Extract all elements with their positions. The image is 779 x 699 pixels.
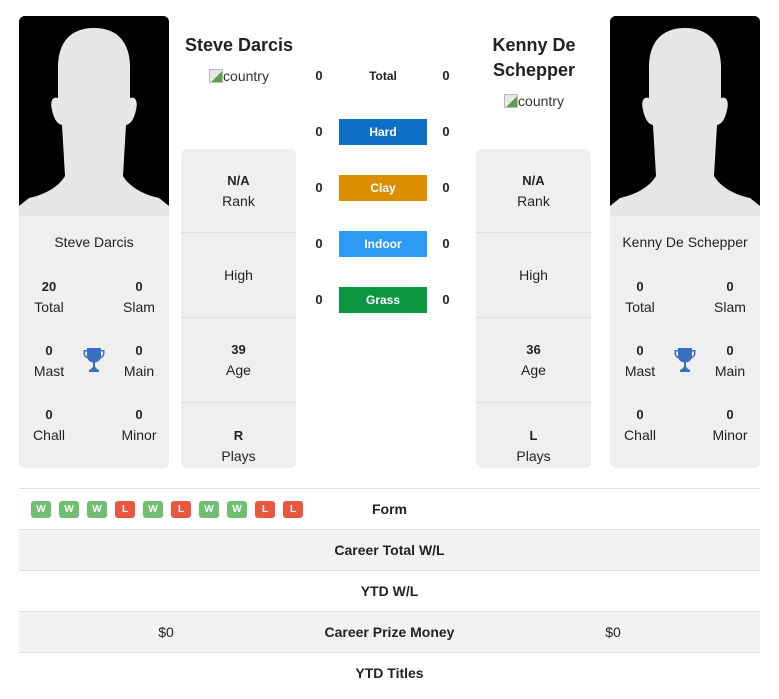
h2h-total-row: 0 Total 0 — [305, 63, 465, 89]
trophy-icon — [674, 348, 696, 372]
avatar-silhouette-icon — [610, 16, 760, 216]
form-loss-badge: L — [171, 501, 191, 518]
h2h-clay-row: 0 Clay 0 — [305, 175, 465, 201]
titles-minor: 0 Minor — [121, 407, 157, 443]
form-badges: WWWLWLWWLL — [31, 501, 303, 518]
rank-row: N/A Rank — [476, 149, 591, 233]
plays-row: R Plays — [221, 427, 256, 464]
form-win-badge: W — [59, 501, 79, 518]
age-row: 36 Age — [476, 318, 591, 403]
player1-country-flag: country — [174, 68, 304, 84]
h2h-hard-row: 0 Hard 0 — [305, 119, 465, 145]
table-row: YTD W/L — [19, 570, 760, 611]
high-row: High — [476, 233, 591, 318]
form-win-badge: W — [31, 501, 51, 518]
titles-slam: 0 Slam — [123, 279, 155, 315]
player2-photo — [610, 16, 760, 216]
titles-main: 0 Main — [123, 343, 155, 379]
form-win-badge: W — [227, 501, 247, 518]
titles-mast: 0 Mast — [624, 343, 656, 379]
plays-row: L Plays — [516, 427, 551, 464]
titles-total: 0 Total — [625, 279, 655, 315]
form-label: Form — [372, 501, 407, 517]
form-win-badge: W — [87, 501, 107, 518]
h2h-indoor-row: 0 Indoor 0 — [305, 231, 465, 257]
titles-chall: 0 Chall — [33, 407, 65, 443]
player1-name-link[interactable]: Steve Darcis — [174, 33, 304, 58]
comparison-table: WWWLWLWWLL Form Career Total W/L YTD W/L… — [19, 488, 760, 693]
trophy-icon — [83, 348, 105, 372]
player2-info-panel: N/A Rank High 36 Age L Plays — [476, 149, 591, 468]
surface-indoor-badge[interactable]: Indoor — [339, 231, 427, 257]
form-win-badge: W — [199, 501, 219, 518]
titles-minor: 0 Minor — [712, 407, 748, 443]
table-row: $0 Career Prize Money $0 — [19, 611, 760, 652]
form-win-badge: W — [143, 501, 163, 518]
player1-info-panel: N/A Rank High 39 Age R Plays — [181, 149, 296, 468]
form-loss-badge: L — [255, 501, 275, 518]
player2-country-flag: country — [469, 93, 599, 109]
player1-titles-card: Steve Darcis 20 Total 0 Slam 0 Mast 0 Main 0… — [19, 216, 169, 468]
titles-slam: 0 Slam — [714, 279, 746, 315]
rank-row: N/A Rank — [181, 149, 296, 233]
player1-photo — [19, 16, 169, 216]
player2-name-link[interactable]: Kenny De Schepper — [469, 33, 599, 83]
surface-clay-badge[interactable]: Clay — [339, 175, 427, 201]
titles-total: 20 Total — [34, 279, 64, 315]
broken-image-icon — [504, 94, 519, 108]
avatar-silhouette-icon — [19, 16, 169, 216]
form-row: WWWLWLWWLL Form — [19, 488, 760, 529]
table-row: Career Total W/L — [19, 529, 760, 570]
player2-card-name: Kenny De Schepper — [622, 234, 748, 250]
form-loss-badge: L — [115, 501, 135, 518]
table-row: YTD Titles — [19, 652, 760, 693]
player2-titles-card: Kenny De Schepper 0 Total 0 Slam 0 Mast 0 Ma… — [610, 216, 760, 468]
high-row: High — [181, 233, 296, 318]
titles-mast: 0 Mast — [33, 343, 65, 379]
player1-card-name: Steve Darcis — [54, 234, 134, 250]
surface-total-label: Total — [369, 69, 397, 83]
age-row: 39 Age — [181, 318, 296, 403]
titles-chall: 0 Chall — [624, 407, 656, 443]
h2h-grass-row: 0 Grass 0 — [305, 287, 465, 313]
surface-hard-badge[interactable]: Hard — [339, 119, 427, 145]
broken-image-icon — [209, 69, 224, 83]
titles-main: 0 Main — [714, 343, 746, 379]
surface-grass-badge[interactable]: Grass — [339, 287, 427, 313]
